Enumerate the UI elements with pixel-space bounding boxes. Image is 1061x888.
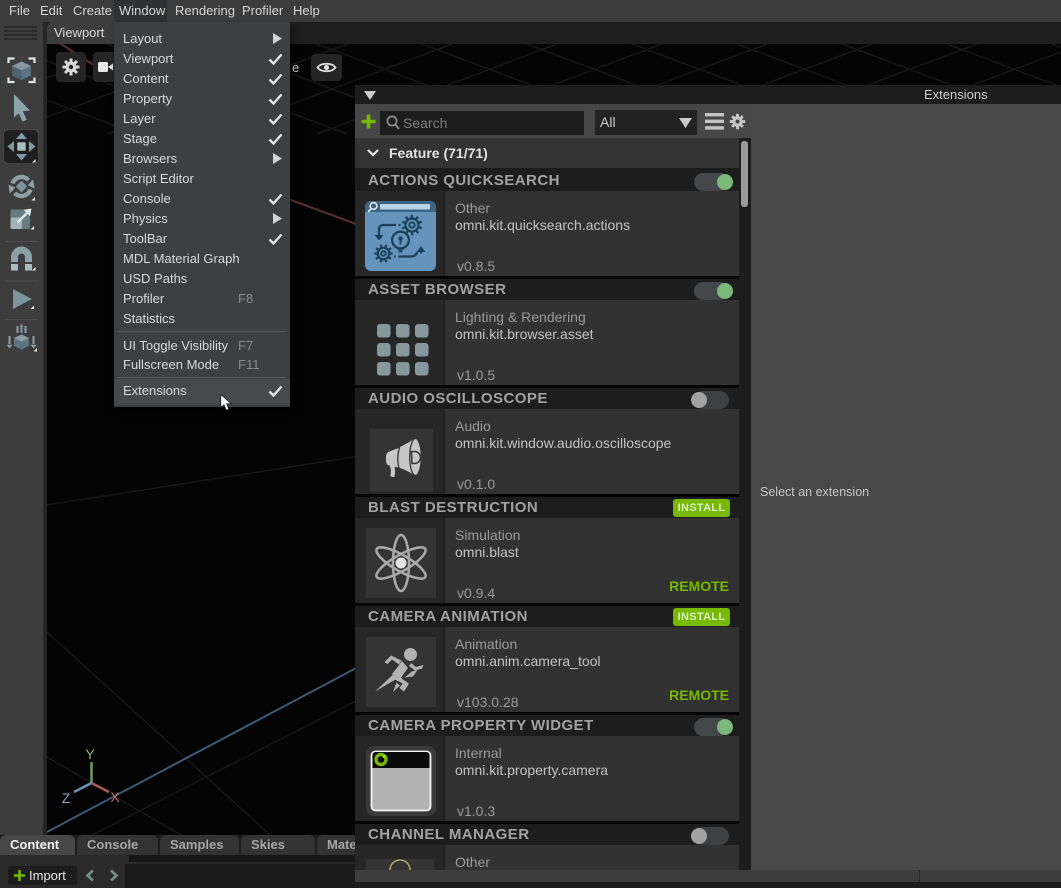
svg-text:Y: Y <box>85 746 95 762</box>
svg-text:Z: Z <box>62 790 71 806</box>
svg-text:X: X <box>110 789 120 805</box>
